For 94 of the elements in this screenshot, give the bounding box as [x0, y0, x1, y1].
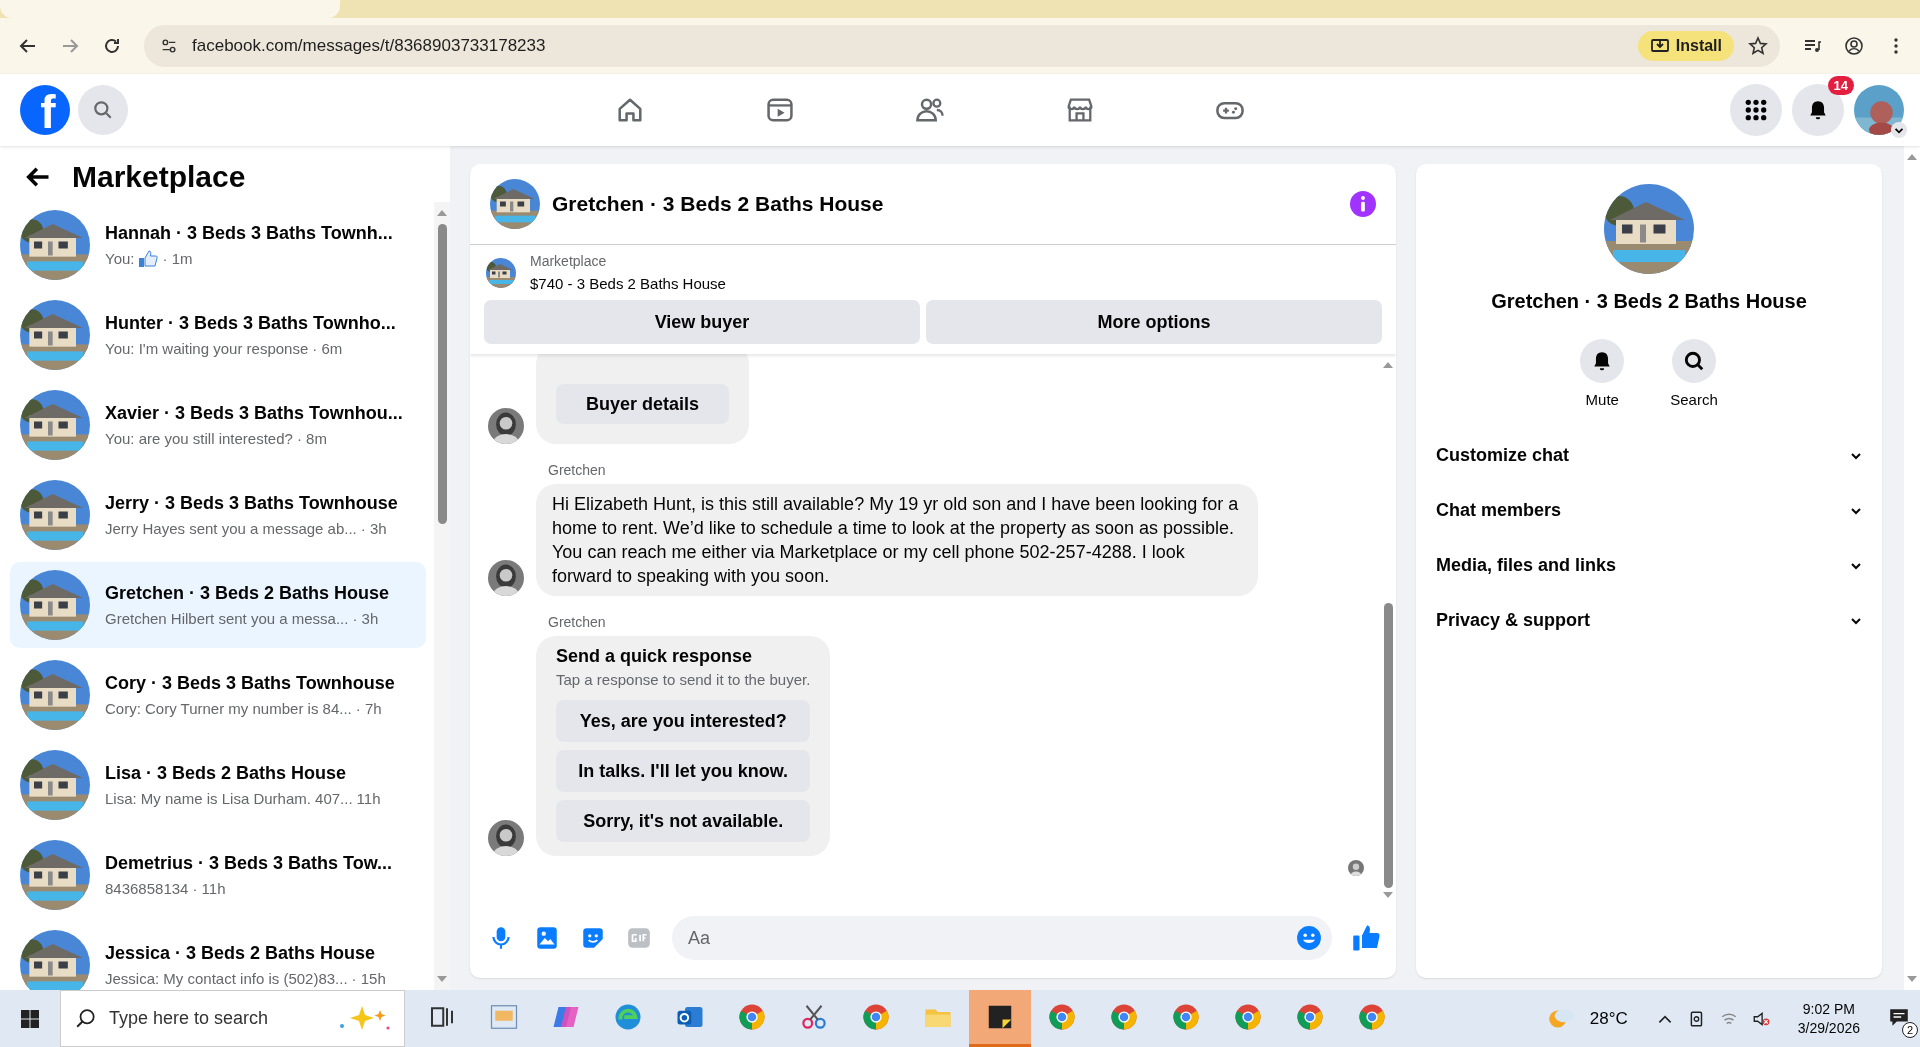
star-icon[interactable]: [1748, 36, 1768, 56]
message-preview: Lisa: My name is Lisa Durham. 407...: [105, 790, 353, 807]
listing-summary: $740 - 3 Beds 2 Baths House: [530, 275, 726, 292]
search-icon: [75, 1007, 97, 1030]
conversation-name: Lisa · 3 Beds 2 Baths House: [105, 763, 348, 784]
quick-response-hint: Tap a response to send it to the buyer.: [556, 671, 811, 688]
install-button[interactable]: Install: [1637, 31, 1734, 61]
notification-count: 2: [1902, 1021, 1918, 1038]
conversation-name: Hannah · 3 Beds 3 Baths Townh...: [105, 222, 393, 244]
listing-source: Marketplace: [530, 253, 608, 269]
sender-name: Gretchen: [548, 614, 607, 630]
search-button[interactable]: [1672, 339, 1716, 383]
bell-icon: [1807, 99, 1829, 121]
conversation-name: Gretchen · 3 Beds 2 Baths House: [105, 583, 390, 604]
section-header[interactable]: Privacy & support: [1428, 593, 1870, 648]
action-label: Mute: [1585, 391, 1619, 408]
more-options-button[interactable]: More options: [926, 300, 1382, 344]
thumbs-up-icon: [138, 249, 159, 268]
address-bar[interactable]: facebook.com/messages/t/8368903733178233 Install: [144, 25, 1780, 67]
message-input[interactable]: Aa: [686, 926, 1296, 950]
message-time: · 8m: [296, 430, 327, 447]
message-time: · 3h: [360, 520, 387, 537]
search-icon: [92, 99, 114, 121]
reload-icon[interactable]: [102, 36, 122, 56]
section-header[interactable]: Chat members: [1428, 483, 1870, 538]
account-menu-icon[interactable]: [1891, 122, 1907, 138]
mute-button[interactable]: [1580, 339, 1625, 383]
conversation-name: Hunter · 3 Beds 3 Baths Townho...: [105, 313, 396, 334]
conversation-name: Demetrius · 3 Beds 3 Baths Tow...: [105, 853, 393, 874]
apps-button[interactable]: [1730, 84, 1782, 136]
message-time: 11h: [356, 790, 381, 807]
message-time: · 3h: [352, 610, 379, 627]
message-preview: You: are you still interested?: [105, 430, 293, 447]
search-icon: [1683, 350, 1705, 372]
conversation-item[interactable]: Hannah · 3 Beds 3 Baths Townh... You: · 1m: [10, 202, 426, 288]
url-text: facebook.com/messages/t/8368903733178233: [192, 36, 547, 56]
chat-title: Gretchen · 3 Beds 2 Baths House: [1491, 290, 1807, 313]
emoji-icon[interactable]: [1296, 925, 1322, 951]
profile-icon[interactable]: [1844, 36, 1864, 56]
speaker-muted-icon[interactable]: [1751, 1009, 1770, 1028]
message-preview: Jerry Hayes sent you a message ab...: [105, 520, 357, 537]
sender-name: Gretchen: [548, 462, 607, 478]
quick-reply-button[interactable]: Sorry, it's not available.: [556, 800, 811, 842]
conversation-name: Jessica · 3 Beds 2 Baths House: [105, 943, 377, 964]
conversation-item[interactable]: Hunter · 3 Beds 3 Baths Townho... You: I'm waiting your response · 6m: [10, 292, 426, 378]
view-buyer-button[interactable]: View buyer: [484, 300, 920, 344]
clock-date[interactable]: 3/29/2026: [1797, 1020, 1860, 1036]
conversation-item[interactable]: Jerry · 3 Beds 3 Baths Townhouse Jerry Hayes sent you a message ab... · 3h: [10, 472, 426, 558]
scrollbar[interactable]: [1904, 146, 1920, 990]
message-time: · 1m: [162, 250, 193, 267]
conversation-name: Jerry · 3 Beds 3 Baths Townhouse: [105, 493, 398, 514]
conversation-name: Xavier · 3 Beds 3 Baths Townhou...: [105, 403, 403, 424]
conversation-item[interactable]: Xavier · 3 Beds 3 Baths Townhou... You: are you still interested? · 8m: [10, 382, 426, 468]
sticky-note-icon[interactable]: [969, 990, 1031, 1047]
message-time: · 7h: [355, 700, 382, 717]
clock-time[interactable]: 9:02 PM: [1802, 1001, 1855, 1017]
marketplace-title: Marketplace: [72, 160, 246, 194]
grid-icon: [1745, 99, 1767, 121]
section-header[interactable]: Customize chat: [1428, 428, 1870, 483]
chat-title: Gretchen · 3 Beds 2 Baths House: [552, 192, 885, 216]
site-settings-icon[interactable]: [160, 37, 178, 55]
message-time: · 11h: [192, 880, 226, 897]
message-preview: You:: [105, 250, 135, 267]
conversation-item[interactable]: Gretchen · 3 Beds 2 Baths House Gretchen Hilbert sent you a messa... · 3h: [10, 562, 426, 648]
notification-count: 14: [1827, 76, 1854, 95]
start-icon[interactable]: [20, 1008, 40, 1029]
message-time: · 15h: [351, 970, 386, 987]
action-label: Search: [1670, 391, 1718, 408]
conversation-item[interactable]: Lisa · 3 Beds 2 Baths House Lisa: My name is Lisa Durham. 407... 11h: [10, 742, 426, 828]
message-field[interactable]: Aa: [672, 916, 1332, 960]
message-preview: Cory: Cory Turner my number is 84...: [105, 700, 352, 717]
sticker-icon[interactable]: [580, 925, 606, 951]
message-preview: Gretchen Hilbert sent you a messa...: [105, 610, 349, 627]
quick-reply-button[interactable]: Yes, are you interested?: [556, 700, 811, 742]
message-preview: Jessica: My contact info is (502)83...: [105, 970, 348, 987]
info-icon[interactable]: [1350, 191, 1376, 217]
message-time: · 6m: [312, 340, 343, 357]
section-header[interactable]: Media, files and links: [1428, 538, 1870, 593]
scrollbar[interactable]: [434, 202, 450, 990]
facebook-logo[interactable]: f: [20, 85, 70, 135]
thumbs-up-icon[interactable]: [1352, 923, 1382, 953]
message-preview: You: I'm waiting your response: [105, 340, 309, 357]
taskbar-search-field[interactable]: Type here to search: [60, 990, 405, 1047]
temperature-text: 28°C: [1589, 1008, 1628, 1029]
conversation-name: Cory · 3 Beds 3 Baths Townhouse: [105, 673, 395, 694]
quick-response-title: Send a quick response: [556, 646, 754, 667]
quick-reply-button[interactable]: In talks. I'll let you know.: [556, 750, 811, 792]
message-bubble: Hi Elizabeth Hunt, is this still available? My 19 yr old son and I have been looking for a home to rent. We’d like to schedule a time to look at the property as soon as possible. You can reach me either via Marketplace or my cell phone 502-257-4288. I look forward to speaking with you soon.: [536, 484, 1258, 596]
search-input[interactable]: Type here to search: [107, 1007, 322, 1030]
buyer-details-button[interactable]: Buyer details: [556, 384, 730, 424]
conversation-item[interactable]: Demetrius · 3 Beds 3 Baths Tow... 8436858134 · 11h: [10, 832, 426, 918]
message-preview: 8436858134: [105, 880, 189, 897]
conversation-item[interactable]: Cory · 3 Beds 3 Baths Townhouse Cory: Cory Turner my number is 84... · 7h: [10, 652, 426, 738]
image-icon[interactable]: [534, 925, 560, 951]
